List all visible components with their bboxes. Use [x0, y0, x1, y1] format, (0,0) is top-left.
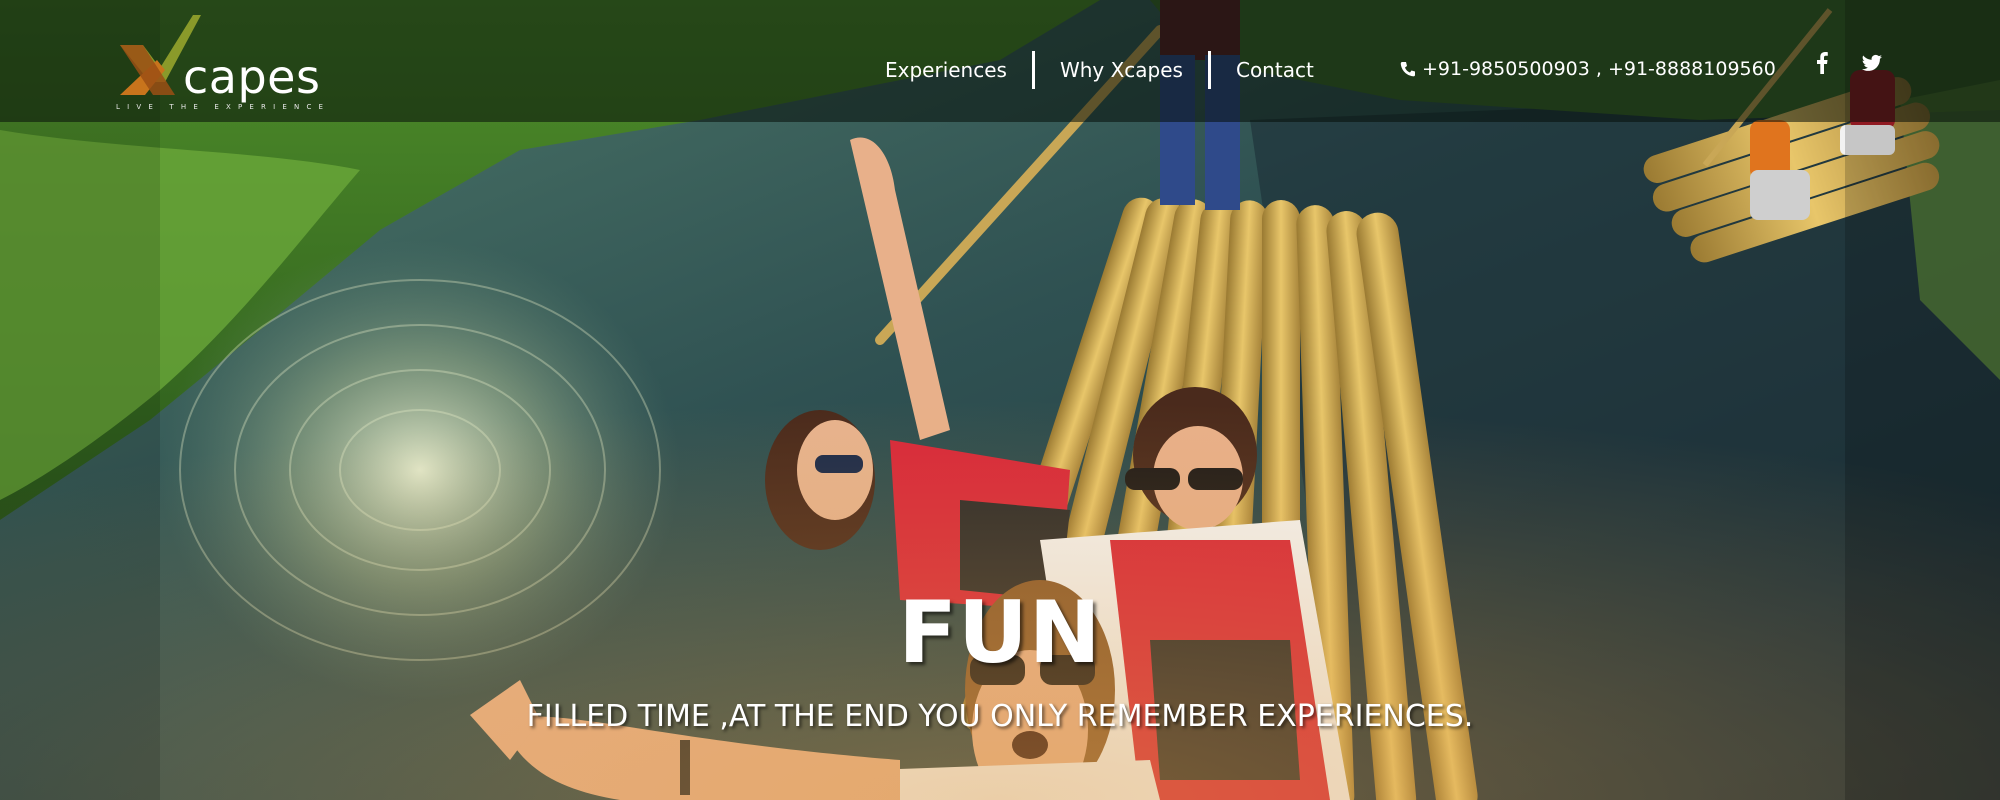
phone-numbers: +91-9850500903 , +91-8888109560: [1422, 58, 1776, 80]
hero-subline: FILLED TIME ,AT THE END YOU ONLY REMEMBE…: [526, 699, 1474, 734]
nav-item-why-xcapes[interactable]: Why Xcapes: [1035, 51, 1208, 89]
logo-tagline: LIVE THE EXPERIENCE: [116, 103, 331, 111]
nav-item-experiences[interactable]: Experiences: [860, 51, 1032, 89]
hero-headline: FUN: [898, 583, 1102, 683]
phone-icon: [1400, 61, 1416, 77]
nav-item-contact[interactable]: Contact: [1211, 51, 1339, 89]
header-bar: capes LIVE THE EXPERIENCE Experiences Wh…: [0, 0, 2000, 122]
phone-contact[interactable]: +91-9850500903 , +91-8888109560: [1400, 55, 1776, 83]
social-links: [1812, 52, 1882, 74]
facebook-icon[interactable]: [1812, 52, 1832, 74]
twitter-icon[interactable]: [1862, 52, 1882, 74]
main-nav: Experiences Why Xcapes Contact: [860, 50, 1339, 90]
logo-wordmark: capes: [183, 50, 321, 104]
brand-logo[interactable]: capes LIVE THE EXPERIENCE: [115, 10, 345, 115]
